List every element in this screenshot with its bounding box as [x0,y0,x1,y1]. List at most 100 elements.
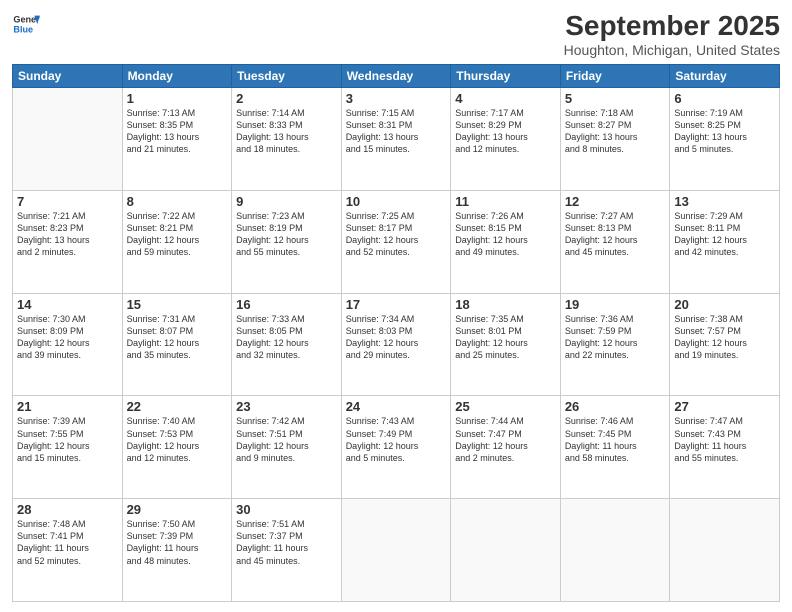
calendar-cell: 4Sunrise: 7:17 AMSunset: 8:29 PMDaylight… [451,88,561,191]
header: General Blue September 2025 Houghton, Mi… [12,10,780,58]
day-of-week-header: Tuesday [232,65,342,88]
calendar-cell: 18Sunrise: 7:35 AMSunset: 8:01 PMDayligh… [451,293,561,396]
day-info: Sunrise: 7:51 AMSunset: 7:37 PMDaylight:… [236,518,337,567]
calendar-body: 1Sunrise: 7:13 AMSunset: 8:35 PMDaylight… [13,88,780,602]
calendar-cell: 12Sunrise: 7:27 AMSunset: 8:13 PMDayligh… [560,190,670,293]
calendar-cell: 25Sunrise: 7:44 AMSunset: 7:47 PMDayligh… [451,396,561,499]
day-number: 1 [127,91,228,106]
day-number: 11 [455,194,556,209]
calendar-cell: 11Sunrise: 7:26 AMSunset: 8:15 PMDayligh… [451,190,561,293]
day-info: Sunrise: 7:39 AMSunset: 7:55 PMDaylight:… [17,415,118,464]
day-info: Sunrise: 7:47 AMSunset: 7:43 PMDaylight:… [674,415,775,464]
day-info: Sunrise: 7:17 AMSunset: 8:29 PMDaylight:… [455,107,556,156]
day-number: 7 [17,194,118,209]
day-of-week-header: Monday [122,65,232,88]
day-number: 12 [565,194,666,209]
day-number: 27 [674,399,775,414]
calendar-cell: 3Sunrise: 7:15 AMSunset: 8:31 PMDaylight… [341,88,451,191]
calendar-cell: 10Sunrise: 7:25 AMSunset: 8:17 PMDayligh… [341,190,451,293]
calendar-week-row: 28Sunrise: 7:48 AMSunset: 7:41 PMDayligh… [13,499,780,602]
day-number: 16 [236,297,337,312]
calendar-cell: 15Sunrise: 7:31 AMSunset: 8:07 PMDayligh… [122,293,232,396]
day-number: 6 [674,91,775,106]
calendar-cell: 30Sunrise: 7:51 AMSunset: 7:37 PMDayligh… [232,499,342,602]
day-of-week-header: Thursday [451,65,561,88]
day-number: 13 [674,194,775,209]
calendar-week-row: 14Sunrise: 7:30 AMSunset: 8:09 PMDayligh… [13,293,780,396]
day-info: Sunrise: 7:21 AMSunset: 8:23 PMDaylight:… [17,210,118,259]
calendar-cell [451,499,561,602]
day-number: 21 [17,399,118,414]
day-number: 10 [346,194,447,209]
day-of-week-header: Friday [560,65,670,88]
calendar-cell: 24Sunrise: 7:43 AMSunset: 7:49 PMDayligh… [341,396,451,499]
calendar-cell: 16Sunrise: 7:33 AMSunset: 8:05 PMDayligh… [232,293,342,396]
day-info: Sunrise: 7:42 AMSunset: 7:51 PMDaylight:… [236,415,337,464]
day-info: Sunrise: 7:15 AMSunset: 8:31 PMDaylight:… [346,107,447,156]
calendar-week-row: 1Sunrise: 7:13 AMSunset: 8:35 PMDaylight… [13,88,780,191]
day-info: Sunrise: 7:36 AMSunset: 7:59 PMDaylight:… [565,313,666,362]
day-number: 5 [565,91,666,106]
page: General Blue September 2025 Houghton, Mi… [0,0,792,612]
calendar-cell: 13Sunrise: 7:29 AMSunset: 8:11 PMDayligh… [670,190,780,293]
day-number: 18 [455,297,556,312]
day-number: 17 [346,297,447,312]
calendar-cell: 7Sunrise: 7:21 AMSunset: 8:23 PMDaylight… [13,190,123,293]
logo-icon: General Blue [12,10,40,38]
subtitle: Houghton, Michigan, United States [564,42,780,58]
day-info: Sunrise: 7:27 AMSunset: 8:13 PMDaylight:… [565,210,666,259]
day-number: 24 [346,399,447,414]
day-info: Sunrise: 7:31 AMSunset: 8:07 PMDaylight:… [127,313,228,362]
calendar-cell: 19Sunrise: 7:36 AMSunset: 7:59 PMDayligh… [560,293,670,396]
calendar-cell: 1Sunrise: 7:13 AMSunset: 8:35 PMDaylight… [122,88,232,191]
day-number: 26 [565,399,666,414]
day-number: 9 [236,194,337,209]
logo: General Blue [12,10,40,38]
day-info: Sunrise: 7:46 AMSunset: 7:45 PMDaylight:… [565,415,666,464]
calendar-cell: 29Sunrise: 7:50 AMSunset: 7:39 PMDayligh… [122,499,232,602]
calendar-cell: 27Sunrise: 7:47 AMSunset: 7:43 PMDayligh… [670,396,780,499]
calendar-cell: 20Sunrise: 7:38 AMSunset: 7:57 PMDayligh… [670,293,780,396]
calendar-cell: 8Sunrise: 7:22 AMSunset: 8:21 PMDaylight… [122,190,232,293]
main-title: September 2025 [564,10,780,42]
day-number: 29 [127,502,228,517]
day-info: Sunrise: 7:25 AMSunset: 8:17 PMDaylight:… [346,210,447,259]
svg-text:Blue: Blue [13,24,33,34]
calendar-cell [341,499,451,602]
calendar-cell: 21Sunrise: 7:39 AMSunset: 7:55 PMDayligh… [13,396,123,499]
calendar-cell: 26Sunrise: 7:46 AMSunset: 7:45 PMDayligh… [560,396,670,499]
calendar-cell [560,499,670,602]
day-number: 14 [17,297,118,312]
day-number: 23 [236,399,337,414]
day-number: 22 [127,399,228,414]
day-number: 28 [17,502,118,517]
day-info: Sunrise: 7:29 AMSunset: 8:11 PMDaylight:… [674,210,775,259]
day-info: Sunrise: 7:26 AMSunset: 8:15 PMDaylight:… [455,210,556,259]
day-info: Sunrise: 7:22 AMSunset: 8:21 PMDaylight:… [127,210,228,259]
calendar-cell: 14Sunrise: 7:30 AMSunset: 8:09 PMDayligh… [13,293,123,396]
day-number: 3 [346,91,447,106]
calendar-cell: 17Sunrise: 7:34 AMSunset: 8:03 PMDayligh… [341,293,451,396]
day-info: Sunrise: 7:40 AMSunset: 7:53 PMDaylight:… [127,415,228,464]
day-number: 15 [127,297,228,312]
calendar-cell [670,499,780,602]
day-info: Sunrise: 7:30 AMSunset: 8:09 PMDaylight:… [17,313,118,362]
calendar-cell: 28Sunrise: 7:48 AMSunset: 7:41 PMDayligh… [13,499,123,602]
day-number: 25 [455,399,556,414]
calendar-week-row: 21Sunrise: 7:39 AMSunset: 7:55 PMDayligh… [13,396,780,499]
day-number: 20 [674,297,775,312]
day-info: Sunrise: 7:43 AMSunset: 7:49 PMDaylight:… [346,415,447,464]
day-number: 8 [127,194,228,209]
calendar-cell: 5Sunrise: 7:18 AMSunset: 8:27 PMDaylight… [560,88,670,191]
day-info: Sunrise: 7:23 AMSunset: 8:19 PMDaylight:… [236,210,337,259]
day-of-week-header: Wednesday [341,65,451,88]
day-info: Sunrise: 7:48 AMSunset: 7:41 PMDaylight:… [17,518,118,567]
day-info: Sunrise: 7:50 AMSunset: 7:39 PMDaylight:… [127,518,228,567]
day-info: Sunrise: 7:38 AMSunset: 7:57 PMDaylight:… [674,313,775,362]
day-number: 19 [565,297,666,312]
calendar-cell: 2Sunrise: 7:14 AMSunset: 8:33 PMDaylight… [232,88,342,191]
day-info: Sunrise: 7:18 AMSunset: 8:27 PMDaylight:… [565,107,666,156]
calendar-cell: 6Sunrise: 7:19 AMSunset: 8:25 PMDaylight… [670,88,780,191]
day-info: Sunrise: 7:35 AMSunset: 8:01 PMDaylight:… [455,313,556,362]
day-info: Sunrise: 7:13 AMSunset: 8:35 PMDaylight:… [127,107,228,156]
